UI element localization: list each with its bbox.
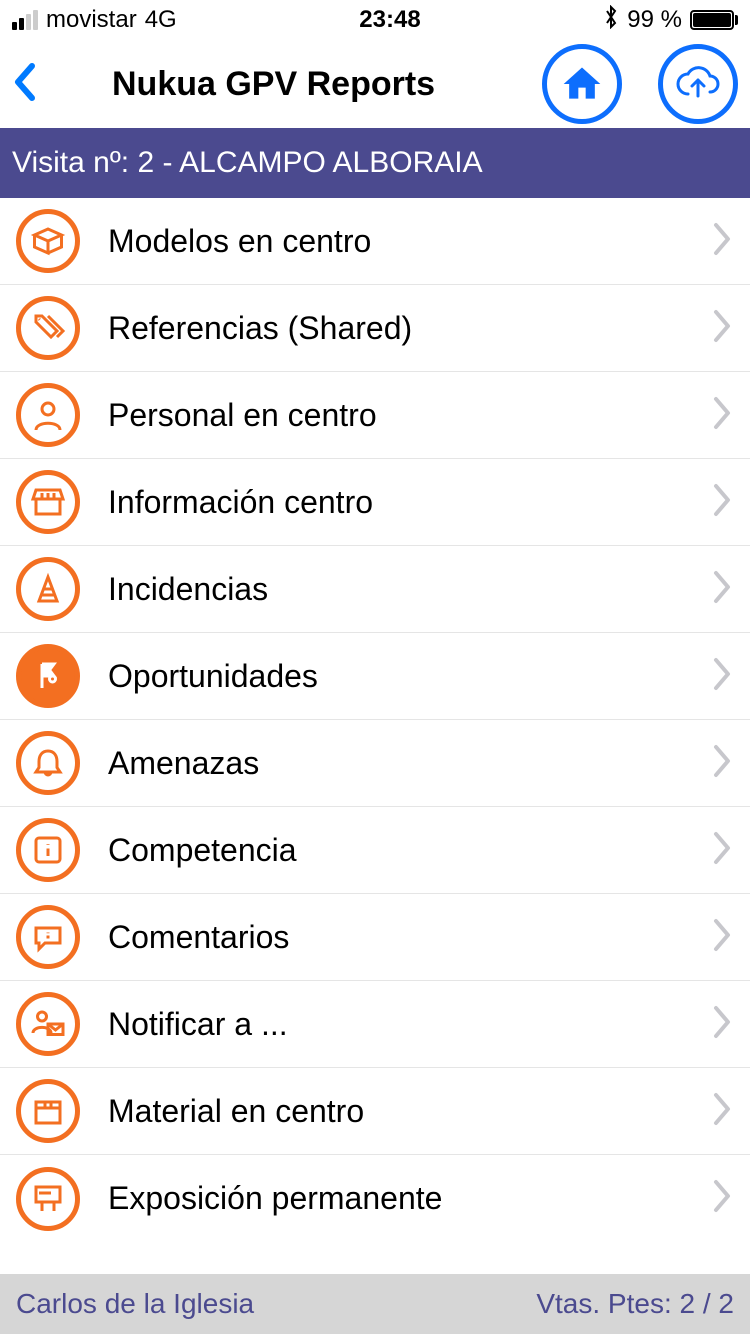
chevron-right-icon xyxy=(710,1002,734,1047)
chevron-right-icon xyxy=(710,567,734,612)
item-label: Material en centro xyxy=(80,1093,710,1130)
chevron-right-icon xyxy=(710,1089,734,1134)
list-item-competencia[interactable]: Competencia xyxy=(0,807,750,894)
item-label: Amenazas xyxy=(80,745,710,782)
mail-person-icon xyxy=(16,992,80,1056)
chevron-right-icon xyxy=(710,306,734,351)
chevron-right-icon xyxy=(710,480,734,525)
battery-icon xyxy=(690,10,738,30)
list-item-personal[interactable]: Personal en centro xyxy=(0,372,750,459)
clock: 23:48 xyxy=(359,6,420,34)
billboard-icon xyxy=(16,1167,80,1231)
person-icon xyxy=(16,383,80,447)
item-label: Referencias (Shared) xyxy=(80,310,710,347)
item-label: Comentarios xyxy=(80,919,710,956)
navigation-bar: Nukua GPV Reports xyxy=(0,40,750,128)
item-label: Incidencias xyxy=(80,571,710,608)
box-icon xyxy=(16,209,80,273)
list-item-material[interactable]: Material en centro xyxy=(0,1068,750,1155)
visit-subheader: Visita nº: 2 - ALCAMPO ALBORAIA xyxy=(0,128,750,198)
status-bar: movistar 4G 23:48 99 % xyxy=(0,0,750,40)
list-item-notificar[interactable]: Notificar a ... xyxy=(0,981,750,1068)
battery-pct: 99 % xyxy=(627,6,682,34)
item-label: Personal en centro xyxy=(80,397,710,434)
chevron-right-icon xyxy=(710,393,734,438)
chevron-right-icon xyxy=(710,741,734,786)
package-icon xyxy=(16,1079,80,1143)
item-label: Exposición permanente xyxy=(80,1180,710,1217)
list-item-incidencias[interactable]: Incidencias xyxy=(0,546,750,633)
list-item-exposicion[interactable]: Exposición permanente xyxy=(0,1155,750,1242)
cloud-upload-icon xyxy=(674,64,722,104)
list-item-informacion[interactable]: Información centro xyxy=(0,459,750,546)
chevron-right-icon xyxy=(710,654,734,699)
report-list: Modelos en centro Referencias (Shared) P… xyxy=(0,198,750,1242)
back-button[interactable] xyxy=(12,60,52,109)
flag-icon xyxy=(16,644,80,708)
chat-icon xyxy=(16,905,80,969)
footer-user: Carlos de la Iglesia xyxy=(16,1288,254,1320)
bluetooth-icon xyxy=(603,5,619,36)
list-item-modelos[interactable]: Modelos en centro xyxy=(0,198,750,285)
item-label: Oportunidades xyxy=(80,658,710,695)
list-item-referencias[interactable]: Referencias (Shared) xyxy=(0,285,750,372)
list-item-amenazas[interactable]: Amenazas xyxy=(0,720,750,807)
footer-bar: Carlos de la Iglesia Vtas. Ptes: 2 / 2 xyxy=(0,1274,750,1334)
item-label: Competencia xyxy=(80,832,710,869)
store-icon xyxy=(16,470,80,534)
carrier-label: movistar xyxy=(46,6,137,34)
chevron-right-icon xyxy=(710,828,734,873)
footer-pending: Vtas. Ptes: 2 / 2 xyxy=(536,1288,734,1320)
status-right: 99 % xyxy=(603,5,738,36)
chevron-right-icon xyxy=(710,219,734,264)
info-icon xyxy=(16,818,80,882)
tags-icon xyxy=(16,296,80,360)
list-item-comentarios[interactable]: Comentarios xyxy=(0,894,750,981)
item-label: Modelos en centro xyxy=(80,223,710,260)
chevron-right-icon xyxy=(710,1176,734,1221)
home-icon xyxy=(560,62,604,106)
network-label: 4G xyxy=(145,6,177,34)
item-label: Información centro xyxy=(80,484,710,521)
home-button[interactable] xyxy=(542,44,622,124)
upload-button[interactable] xyxy=(658,44,738,124)
bell-icon xyxy=(16,731,80,795)
page-title: Nukua GPV Reports xyxy=(64,65,506,104)
list-item-oportunidades[interactable]: Oportunidades xyxy=(0,633,750,720)
cone-icon xyxy=(16,557,80,621)
chevron-right-icon xyxy=(710,915,734,960)
status-left: movistar 4G xyxy=(12,6,177,34)
item-label: Notificar a ... xyxy=(80,1006,710,1043)
signal-icon xyxy=(12,10,38,30)
